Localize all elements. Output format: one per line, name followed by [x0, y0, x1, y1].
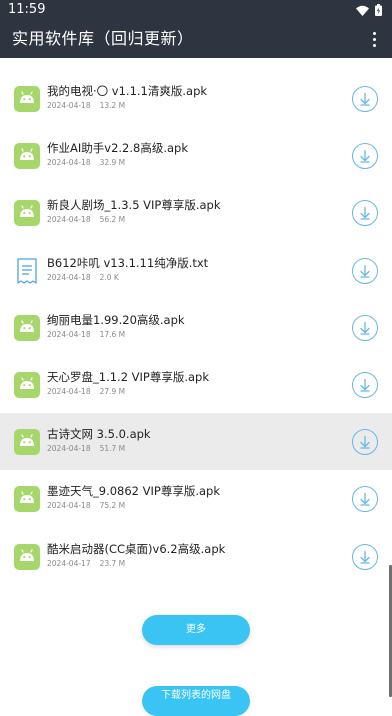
file-date: 2024-04-18 [47, 272, 91, 282]
download-icon [360, 264, 370, 278]
download-button[interactable] [352, 543, 378, 570]
file-row[interactable]: 作业AI助手v2.2.8高级.apk 2024-04-18 32.9 M [0, 127, 392, 184]
file-name: 新良人剧场_1.3.5 VIP尊享版.apk [47, 198, 221, 213]
battery-icon [375, 4, 382, 16]
file-size: 2.0 K [99, 272, 119, 282]
file-name: 酷米启动器(CC桌面)v6.2高级.apk [47, 541, 226, 556]
file-date: 2024-04-18 [47, 501, 91, 511]
file-meta: 2024-04-18 75.2 M [47, 501, 125, 510]
file-name: 古诗文网 3.5.0.apk [47, 427, 151, 442]
file-meta: 2024-04-17 23.7 M [47, 559, 125, 568]
status-bar: 11:59 [0, 0, 392, 20]
file-size: 17.6 M [99, 329, 126, 339]
more-vert-icon[interactable] [362, 27, 386, 51]
file-size: 51.7 M [99, 444, 126, 454]
android-apk-icon [14, 143, 40, 170]
download-icon [360, 378, 370, 392]
download-icon [360, 321, 370, 335]
download-icon [360, 92, 370, 106]
file-name: 天心罗盘_1.1.2 VIP尊享版.apk [47, 369, 210, 384]
file-meta: 2024-04-18 27.9 M [47, 387, 125, 396]
android-apk-icon [14, 543, 40, 570]
file-row[interactable]: 绚丽电量1.99.20高级.apk 2024-04-18 17.6 M [0, 299, 392, 356]
status-icons [356, 4, 382, 16]
file-size: 23.7 M [99, 558, 126, 568]
file-size: 27.9 M [99, 386, 126, 396]
file-meta: 2024-04-18 56.2 M [47, 215, 125, 224]
download-button[interactable] [352, 486, 378, 513]
file-row[interactable]: 我的电视·〇 v1.1.1清爽版.apk 2024-04-18 13.2 M [0, 70, 392, 127]
file-name: 我的电视·〇 v1.1.1清爽版.apk [47, 84, 208, 98]
download-button[interactable] [352, 429, 378, 456]
file-date: 2024-04-18 [47, 386, 91, 396]
app-bar: 实用软件库（回归更新） [0, 20, 392, 58]
file-row[interactable]: B612咔叽 v13.1.11纯净版.txt 2024-04-18 2.0 K [0, 242, 392, 299]
download-button[interactable] [352, 200, 378, 227]
status-time: 11:59 [8, 2, 46, 17]
download-icon [360, 435, 370, 449]
file-row[interactable]: 酷米启动器(CC桌面)v6.2高级.apk 2024-04-17 23.7 M [0, 528, 392, 585]
download-button[interactable] [352, 143, 378, 170]
page-title: 实用软件库（回归更新） [12, 29, 194, 48]
file-row[interactable]: 古诗文网 3.5.0.apk 2024-04-18 51.7 M [0, 413, 392, 471]
file-date: 2024-04-18 [47, 444, 91, 454]
file-meta: 2024-04-18 51.7 M [47, 444, 125, 453]
file-meta: 2024-04-18 2.0 K [47, 273, 119, 282]
file-list: 我的电视·〇 v1.1.1清爽版.apk 2024-04-18 13.2 M 作业A… [0, 70, 392, 585]
android-apk-icon [14, 429, 40, 456]
download-button[interactable] [352, 257, 378, 284]
android-apk-icon [14, 86, 40, 112]
download-button[interactable] [352, 86, 378, 112]
file-date: 2024-04-18 [47, 101, 91, 110]
android-apk-icon [14, 314, 40, 341]
file-size: 75.2 M [99, 501, 126, 511]
download-button[interactable] [352, 314, 378, 341]
file-row[interactable]: 新良人剧场_1.3.5 VIP尊享版.apk 2024-04-18 56.2 M [0, 184, 392, 241]
text-file-icon [14, 257, 40, 284]
download-icon [360, 150, 370, 163]
android-apk-icon [14, 200, 40, 227]
file-meta: 2024-04-18 13.2 M [47, 101, 125, 110]
android-apk-icon [14, 486, 40, 513]
file-meta: 2024-04-18 17.6 M [47, 330, 125, 339]
file-size: 32.9 M [99, 158, 126, 168]
android-apk-icon [14, 371, 40, 398]
download-icon [360, 493, 370, 506]
file-size: 56.2 M [99, 215, 126, 225]
download-icon [360, 207, 370, 221]
file-date: 2024-04-18 [47, 215, 91, 225]
file-name: 绚丽电量1.99.20高级.apk [47, 312, 185, 327]
file-row[interactable]: 墨迹天气_9.0862 VIP尊享版.apk 2024-04-18 75.2 M [0, 470, 392, 527]
file-meta: 2024-04-18 32.9 M [47, 158, 125, 167]
file-name: 墨迹天气_9.0862 VIP尊享版.apk [47, 484, 220, 499]
file-date: 2024-04-17 [47, 558, 91, 568]
wifi-icon [356, 5, 369, 16]
file-name: B612咔叽 v13.1.11纯净版.txt [47, 255, 209, 270]
more-button[interactable]: 更多 [142, 615, 250, 645]
download-button[interactable] [352, 371, 378, 398]
file-name: 作业AI助手v2.2.8高级.apk [47, 141, 188, 156]
file-date: 2024-04-18 [47, 158, 91, 168]
file-date: 2024-04-18 [47, 329, 91, 339]
download-icon [360, 550, 370, 564]
file-row[interactable]: 天心罗盘_1.1.2 VIP尊享版.apk 2024-04-18 27.9 M [0, 356, 392, 413]
netdisk-button[interactable]: 下载列表的网盘 [142, 686, 250, 716]
file-size: 13.2 M [99, 101, 126, 110]
